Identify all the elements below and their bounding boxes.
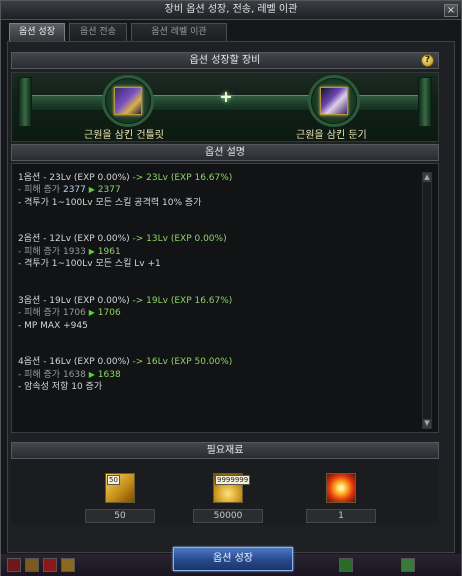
option-target: -> 13Lv (EXP 0.00%)	[129, 234, 227, 245]
quickslot-icon	[61, 558, 75, 572]
option-4-effect: - 암속성 저항 10 증가	[18, 382, 103, 393]
option-2-effect: - 격투가 1~100Lv 모든 스킬 Lv +1	[18, 259, 161, 270]
option-title: 4옵션 - 16Lv (EXP 0.00%)	[18, 357, 130, 368]
option-3-effect: - MP MAX +945	[18, 320, 88, 331]
material-badge: 50	[107, 475, 120, 485]
equip-panel: + 근원을 삼킨 건틀릿 근원을 삼킨 둔기	[11, 72, 439, 142]
equip-section-title: 옵션 성장할 장비	[189, 55, 261, 66]
quickslot-icon	[401, 558, 415, 572]
option-1-effect: - 격투가 1~100Lv 모든 스킬 공격력 10% 증가	[18, 197, 202, 208]
damage-label: - 피해 증가	[18, 185, 61, 196]
option-title: 3옵션 - 19Lv (EXP 0.00%)	[18, 295, 130, 306]
material-slot-1[interactable]: 50 50	[85, 473, 155, 523]
material-slot-3[interactable]: 1	[306, 473, 376, 523]
damage-to: 1706	[97, 308, 121, 319]
right-item-name: 근원을 삼킨 둔기	[296, 130, 367, 141]
arrow-right-icon: ▶	[88, 369, 95, 379]
equip-section-header: 옵션 성장할 장비 ?	[11, 52, 439, 69]
materials-title: 필요재료	[206, 445, 244, 456]
damage-from: 1933	[62, 246, 86, 257]
description-title: 옵션 설명	[205, 147, 245, 158]
damage-to: 1961	[97, 246, 121, 257]
option-2-title-line: 2옵션 - 12Lv (EXP 0.00%) -> 13Lv (EXP 0.00…	[18, 233, 416, 245]
scroll-up-icon[interactable]: ▲	[423, 173, 431, 182]
description-scrollbar[interactable]: ▲ ▼	[422, 172, 432, 429]
plus-icon: +	[219, 87, 233, 106]
option-target: -> 19Lv (EXP 16.67%)	[129, 295, 233, 306]
left-item-name: 근원을 삼킨 건틀릿	[84, 130, 164, 141]
help-icon[interactable]: ?	[421, 54, 434, 67]
gold-card-icon: 50	[105, 473, 135, 503]
damage-from: 1706	[62, 308, 86, 319]
material-slot-2[interactable]: 9999999 50000	[193, 473, 263, 523]
mace-icon[interactable]	[320, 87, 348, 115]
damage-to: 1638	[97, 369, 121, 380]
option-growth-button[interactable]: 옵션 성장	[173, 547, 293, 571]
option-list: 1옵션 - 23Lv (EXP 0.00%) -> 23Lv (EXP 16.6…	[18, 172, 416, 393]
material-count: 50000	[193, 509, 263, 523]
arrow-right-icon: ▶	[88, 308, 95, 318]
close-button[interactable]: ×	[444, 4, 458, 17]
damage-to: 2377	[97, 185, 121, 196]
rail-cap-right	[418, 77, 432, 127]
option-title: 2옵션 - 12Lv (EXP 0.00%)	[18, 234, 130, 245]
arrow-right-icon: ▶	[88, 246, 95, 256]
option-description-box: 1옵션 - 23Lv (EXP 0.00%) -> 23Lv (EXP 16.6…	[11, 163, 439, 433]
material-badge: 9999999	[215, 475, 251, 485]
scroll-down-icon[interactable]: ▼	[423, 419, 431, 428]
gold-coins-icon: 9999999	[213, 473, 251, 503]
option-title: 1옵션 - 23Lv (EXP 0.00%)	[18, 173, 130, 183]
tab-option-transfer[interactable]: 옵션 전송	[69, 23, 127, 41]
window-title: 장비 옵션 성장, 전송, 레벨 이관	[164, 4, 298, 15]
material-count: 50	[85, 509, 155, 523]
quickslot-icon	[25, 558, 39, 572]
quickslot-icon	[7, 558, 21, 572]
option-3-title-line: 3옵션 - 19Lv (EXP 0.00%) -> 19Lv (EXP 16.6…	[18, 295, 416, 307]
option-2-damage-line: - 피해 증가 1933 ▶ 1961	[18, 246, 416, 258]
damage-label: - 피해 증가	[18, 246, 61, 257]
option-4-damage-line: - 피해 증가 1638 ▶ 1638	[18, 369, 416, 381]
quickslot-icon	[339, 558, 353, 572]
quickslot-icon	[43, 558, 57, 572]
option-target: -> 23Lv (EXP 16.67%)	[129, 173, 233, 183]
materials-row: 50 50 9999999 50000 1	[11, 459, 439, 525]
description-section-header: 옵션 설명	[11, 144, 439, 161]
damage-label: - 피해 증가	[18, 369, 61, 380]
tab-option-growth[interactable]: 옵션 성장	[9, 23, 65, 41]
option-4-title-line: 4옵션 - 16Lv (EXP 0.00%) -> 16Lv (EXP 50.0…	[18, 356, 416, 368]
option-target: -> 16Lv (EXP 50.00%)	[129, 357, 233, 368]
damage-from: 1638	[62, 369, 86, 380]
fire-burst-icon	[326, 473, 356, 503]
materials-section-header: 필요재료	[11, 442, 439, 459]
option-1-damage-line: - 피해 증가 2377 ▶ 2377	[18, 184, 416, 196]
title-bar[interactable]: 장비 옵션 성장, 전송, 레벨 이관 ×	[1, 1, 461, 20]
rail-cap-left	[18, 77, 32, 127]
option-3-damage-line: - 피해 증가 1706 ▶ 1706	[18, 307, 416, 319]
option-growth-window: 장비 옵션 성장, 전송, 레벨 이관 × 옵션 성장 옵션 전송 옵션 레벨 …	[0, 0, 462, 576]
damage-label: - 피해 증가	[18, 308, 61, 319]
arrow-right-icon: ▶	[88, 185, 95, 195]
damage-from: 2377	[62, 185, 86, 196]
gauntlet-icon[interactable]	[114, 87, 142, 115]
tab-option-level-migration[interactable]: 옵션 레벨 이관	[131, 23, 227, 41]
option-1-title-line: 1옵션 - 23Lv (EXP 0.00%) -> 23Lv (EXP 16.6…	[18, 172, 416, 184]
material-count: 1	[306, 509, 376, 523]
